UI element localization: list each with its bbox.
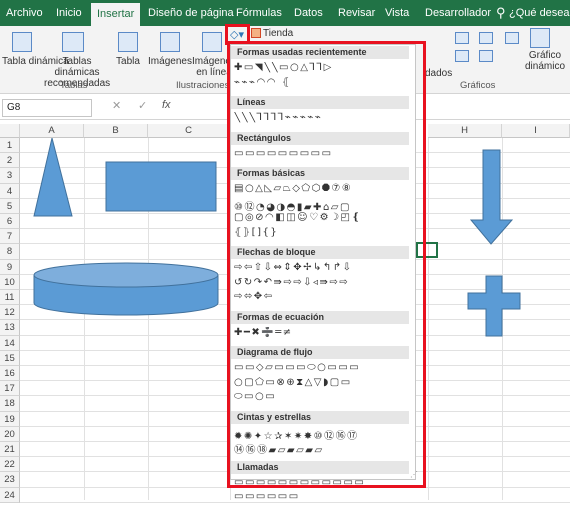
tab-diseno-pagina[interactable]: Diseño de página — [148, 0, 234, 26]
lightbulb-icon[interactable]: ⚲ — [496, 0, 506, 26]
store-button[interactable]: Tienda — [263, 28, 293, 39]
ribbon-tab-bar: Archivo Inicio Insertar Diseño de página… — [0, 0, 570, 26]
column-header-i[interactable]: I — [502, 124, 570, 138]
pivot-chart-icon[interactable] — [530, 28, 550, 48]
table-icon[interactable] — [118, 32, 138, 52]
online-pictures-icon[interactable] — [202, 32, 222, 52]
tab-formulas[interactable]: Fórmulas — [236, 0, 282, 26]
down-arrow-shape — [469, 149, 514, 245]
select-all-corner[interactable] — [0, 124, 20, 138]
name-box[interactable]: G8 — [2, 99, 92, 117]
tab-desarrollador[interactable]: Desarrollador — [425, 0, 491, 26]
triangle-shape — [33, 138, 73, 217]
column-header-b[interactable]: B — [84, 124, 148, 138]
line-chart-icon[interactable] — [479, 32, 493, 44]
group-ilustraciones: Ilustraciones — [176, 80, 230, 91]
resize-grip-icon[interactable]: ⋰ — [410, 470, 418, 479]
tab-inicio[interactable]: Inicio — [56, 0, 82, 26]
area-chart-icon[interactable] — [505, 32, 519, 44]
tab-vista[interactable]: Vista — [385, 0, 409, 26]
tab-datos[interactable]: Datos — [294, 0, 323, 26]
tab-archivo[interactable]: Archivo — [6, 0, 43, 26]
tab-revisar[interactable]: Revisar — [338, 0, 375, 26]
highlight-box — [227, 41, 426, 488]
column-header-h[interactable]: H — [428, 124, 502, 138]
shapes-icon: ◇▾ — [230, 29, 244, 41]
pivot-table-button[interactable]: Tabla dinámica — [2, 56, 69, 67]
column-chart-icon[interactable] — [455, 32, 469, 44]
enter-icon[interactable]: ✓ — [138, 99, 147, 112]
cancel-icon[interactable]: ✕ — [112, 99, 121, 112]
cross-shape — [467, 275, 521, 337]
pie-chart-icon[interactable] — [455, 50, 469, 62]
tell-me-search[interactable]: ¿Qué desea hac — [509, 0, 570, 26]
column-header-a[interactable]: A — [20, 124, 84, 138]
pictures-button[interactable]: Imágenes — [148, 56, 192, 67]
group-graficos: Gráficos — [460, 80, 496, 91]
pivot-chart-button[interactable]: Gráfico dinámico — [522, 50, 568, 72]
tab-insertar[interactable]: Insertar — [91, 3, 141, 26]
recommended-pivot-icon[interactable] — [62, 32, 84, 52]
shape-buttons-row[interactable]: ▭▭▭▭▭▭ — [234, 491, 412, 505]
group-tablas: Tablas — [60, 80, 88, 91]
table-button[interactable]: Tabla — [114, 56, 142, 67]
store-icon[interactable] — [251, 28, 261, 38]
recommended-charts-button[interactable]: dados — [425, 68, 452, 79]
scatter-chart-icon[interactable] — [479, 50, 493, 62]
pictures-icon[interactable] — [160, 32, 180, 52]
insert-function-icon[interactable]: fx — [162, 99, 171, 111]
rectangle-shape — [105, 161, 217, 212]
pivot-table-icon[interactable] — [12, 32, 32, 52]
column-header-c[interactable]: C — [148, 124, 230, 138]
